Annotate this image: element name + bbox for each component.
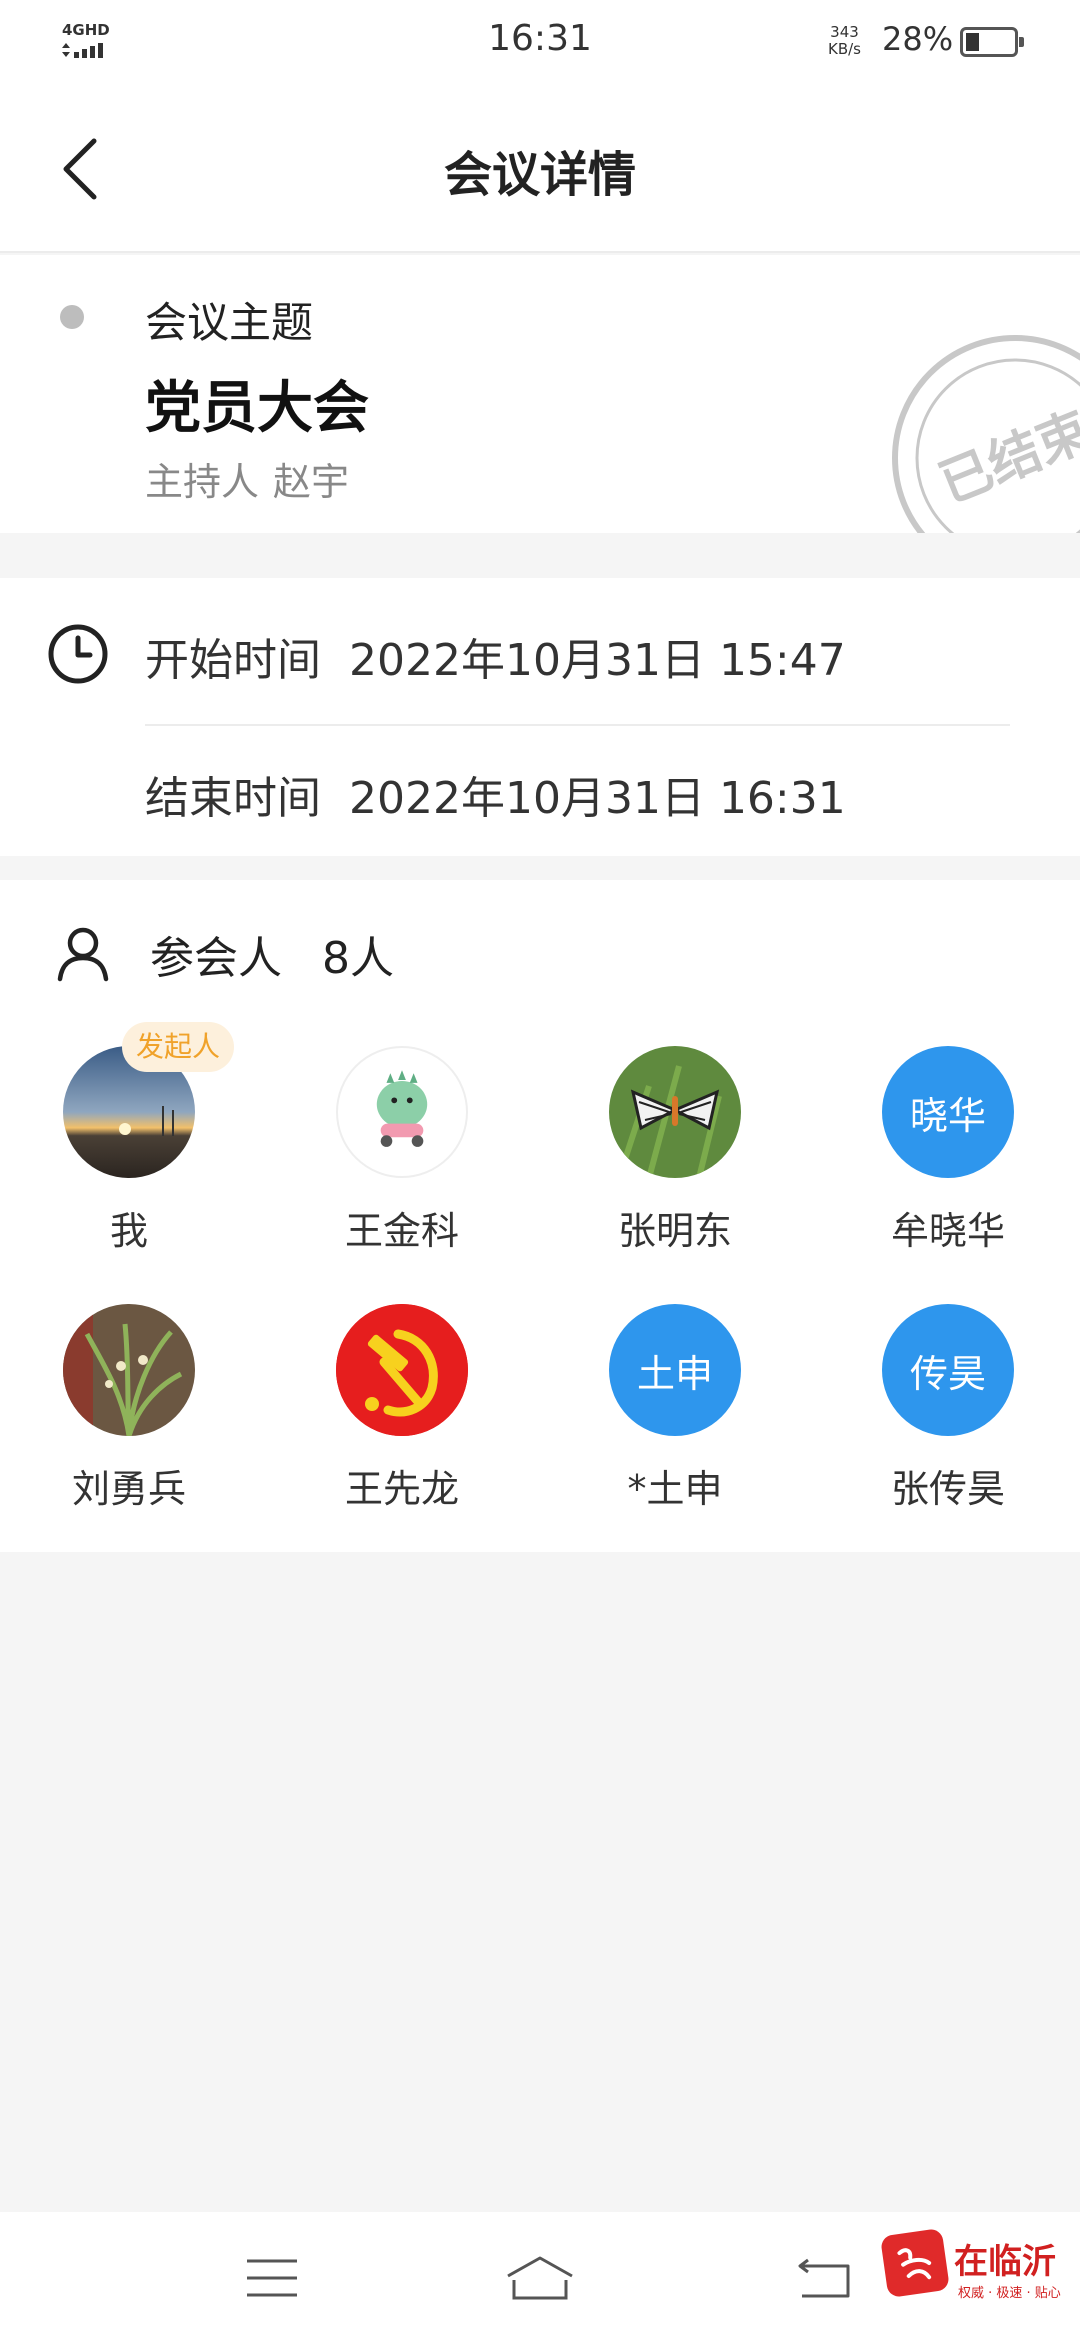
participant-name: 牟晓华 bbox=[890, 1209, 1005, 1253]
participant-name: 张明东 bbox=[617, 1209, 732, 1253]
initiator-badge: 发起人 bbox=[122, 1022, 235, 1072]
battery-fill bbox=[966, 33, 979, 51]
participant-item[interactable]: 张明东 bbox=[575, 1046, 775, 1255]
speed-unit: KB/s bbox=[828, 40, 861, 58]
battery-icon bbox=[960, 27, 1024, 57]
menu-button[interactable] bbox=[232, 2250, 312, 2306]
battery-percent: 28% bbox=[882, 20, 954, 58]
header: 会议详情 bbox=[0, 85, 1080, 253]
meeting-title: 党员大会 bbox=[145, 375, 369, 441]
ended-stamp: 已结束 bbox=[892, 335, 1080, 533]
dinosaur-cartoon bbox=[376, 1070, 428, 1147]
party-emblem bbox=[336, 1304, 468, 1436]
participant-name: 刘勇兵 bbox=[71, 1467, 186, 1511]
host-line: 主持人 赵宇 bbox=[145, 451, 363, 506]
return-icon bbox=[798, 2258, 850, 2298]
butterfly-photo bbox=[609, 1046, 741, 1178]
participant-name: 我 bbox=[109, 1209, 148, 1253]
topic-label: 会议主题 bbox=[145, 298, 314, 347]
status-bar: 4GHD 16:31 343 KB/s 28% bbox=[0, 0, 1080, 85]
participant-item[interactable]: 晓华 牟晓华 bbox=[848, 1046, 1048, 1255]
start-time-value: 2022年10月31日 15:47 bbox=[349, 635, 846, 686]
participant-name: 张传昊 bbox=[890, 1467, 1005, 1511]
stamp-text: 已结束 bbox=[931, 401, 1080, 515]
menu-icon bbox=[247, 2259, 297, 2297]
participants-count: 8人 bbox=[322, 933, 394, 984]
avatar: 晓华 bbox=[882, 1046, 1014, 1178]
clock-icon bbox=[48, 624, 108, 684]
participants-label: 参会人 bbox=[150, 933, 282, 984]
start-time-label: 开始时间 bbox=[145, 635, 321, 686]
logo-text: 在临沂 bbox=[954, 2242, 1056, 2282]
home-icon bbox=[507, 2256, 573, 2300]
participant-item[interactable]: 我 bbox=[29, 1046, 229, 1255]
participant-item[interactable]: 土申 *土申 bbox=[575, 1304, 775, 1513]
participant-item[interactable]: 传昊 张传昊 bbox=[848, 1304, 1048, 1513]
watermark-logo: 在临沂 权威 · 极速 · 贴心 bbox=[879, 2227, 1074, 2332]
host-label: 主持人 bbox=[145, 460, 260, 504]
participant-item[interactable]: 王金科 bbox=[302, 1046, 502, 1255]
avatar bbox=[336, 1046, 468, 1178]
participant-item[interactable]: 王先龙 bbox=[302, 1304, 502, 1513]
participants-header: 参会人 8人 bbox=[150, 922, 394, 986]
participant-name: *土申 bbox=[627, 1467, 723, 1511]
network-speed: 343 KB/s bbox=[828, 24, 861, 58]
end-time-row: 结束时间 2022年10月31日 16:31 bbox=[145, 762, 846, 826]
end-time-value: 2022年10月31日 16:31 bbox=[349, 773, 846, 824]
back-system-button[interactable] bbox=[784, 2250, 864, 2306]
logo-icon bbox=[879, 2227, 951, 2299]
avatar: 土申 bbox=[609, 1304, 741, 1436]
topic-dot bbox=[60, 305, 84, 329]
plant-photo bbox=[63, 1304, 195, 1436]
person-icon bbox=[57, 927, 109, 982]
logo-tagline: 权威 · 极速 · 贴心 bbox=[958, 2286, 1061, 2301]
divider bbox=[145, 724, 1010, 726]
end-time-label: 结束时间 bbox=[145, 773, 321, 824]
home-button[interactable] bbox=[500, 2250, 580, 2306]
participant-name: 王金科 bbox=[344, 1209, 459, 1253]
host-name: 赵宇 bbox=[273, 460, 350, 504]
logo-brush-icon bbox=[897, 2248, 932, 2280]
participant-item[interactable]: 刘勇兵 bbox=[29, 1304, 229, 1513]
start-time-row: 开始时间 2022年10月31日 15:47 bbox=[145, 624, 846, 688]
avatar bbox=[63, 1304, 195, 1436]
page-title: 会议详情 bbox=[443, 147, 636, 203]
avatar bbox=[336, 1304, 468, 1436]
topic-card: 会议主题 党员大会 主持人 赵宇 已结束 bbox=[0, 255, 1080, 533]
participant-name: 王先龙 bbox=[344, 1467, 459, 1511]
avatar bbox=[609, 1046, 741, 1178]
speed-value: 343 bbox=[830, 23, 859, 41]
avatar: 传昊 bbox=[882, 1304, 1014, 1436]
